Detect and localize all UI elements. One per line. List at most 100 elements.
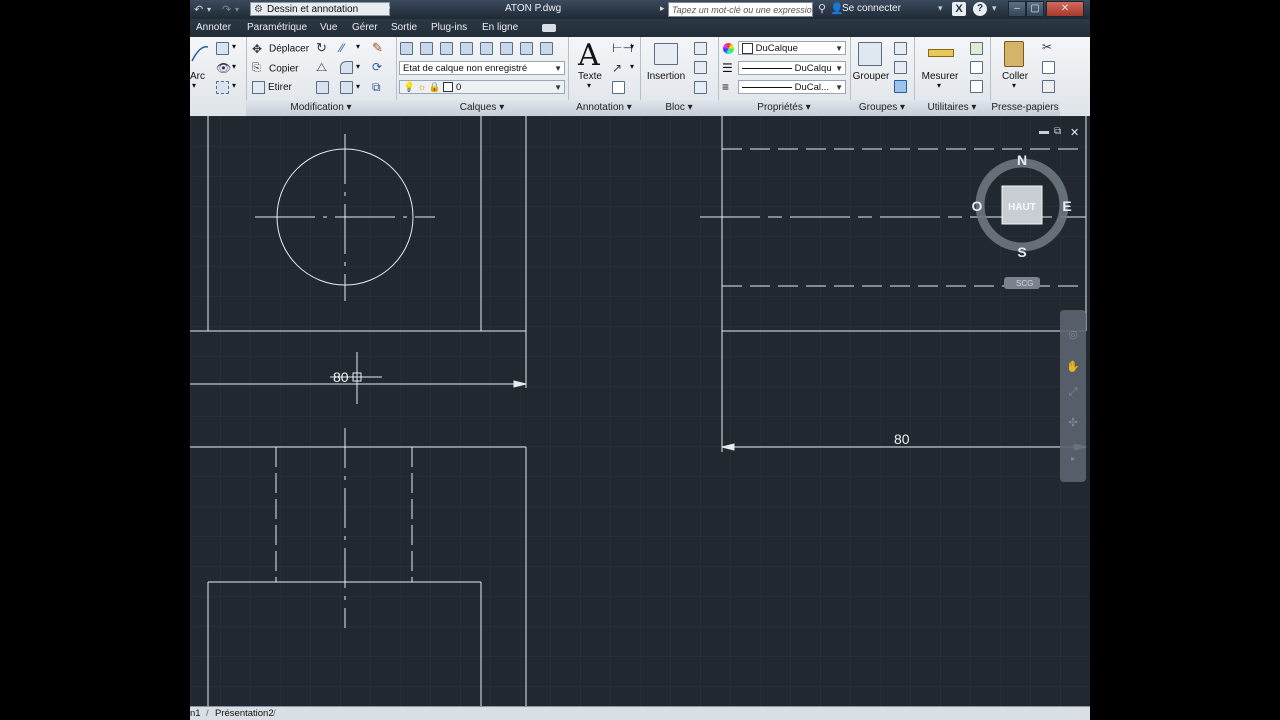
layer-freeze-icon[interactable]: [500, 42, 513, 55]
dim-right-text[interactable]: 80: [894, 431, 910, 447]
insert-label[interactable]: Insertion: [642, 71, 690, 82]
cut-icon[interactable]: ✂: [1042, 40, 1052, 54]
compass-west[interactable]: O: [972, 198, 983, 214]
menu-plugins[interactable]: Plug-ins: [431, 22, 467, 33]
insert-icon[interactable]: [654, 43, 678, 65]
panel-clipboard-title[interactable]: Presse-papiers: [990, 100, 1060, 116]
stretch-button[interactable]: Etirer: [252, 81, 292, 94]
hatch-icon[interactable]: 👁: [216, 61, 231, 75]
layer-state-icon[interactable]: [420, 42, 433, 55]
layer-iso-icon[interactable]: [440, 42, 453, 55]
create-block-icon[interactable]: [694, 42, 707, 55]
camera-icon[interactable]: [542, 24, 556, 32]
group-select-icon[interactable]: [894, 80, 907, 93]
match-prop-icon[interactable]: [1042, 80, 1055, 93]
id-point-icon[interactable]: [970, 80, 983, 93]
layer-select[interactable]: 💡 ☼ 🔒 0 ▼: [399, 80, 565, 94]
fillet-drop-icon[interactable]: ▾: [356, 62, 360, 71]
rectangle-icon[interactable]: [216, 42, 229, 55]
hatch-drop-icon[interactable]: ▾: [232, 62, 236, 71]
compass-south[interactable]: S: [1017, 244, 1026, 260]
search-input[interactable]: Tapez un mot-clé ou une expression: [668, 2, 813, 17]
panel-modification-title[interactable]: Modification ▾: [246, 100, 396, 116]
pan-icon[interactable]: ✋: [1066, 360, 1080, 374]
mirror-icon[interactable]: ⧍: [316, 60, 327, 75]
showmotion-icon[interactable]: ▸: [1066, 454, 1080, 468]
tab-layout2[interactable]: Présentation2: [215, 708, 274, 719]
workspace-select[interactable]: ⚙ Dessin et annotation: [250, 2, 390, 16]
text-drop-icon[interactable]: ▾: [587, 81, 591, 90]
layer-unisolate-icon[interactable]: [460, 42, 473, 55]
group-icon[interactable]: [858, 42, 882, 66]
edit-block-icon[interactable]: [694, 61, 707, 74]
rotate-icon[interactable]: ↻: [316, 40, 327, 56]
workspace-drop-icon[interactable]: ▼: [383, 2, 395, 16]
menu-annoter[interactable]: Annoter: [196, 22, 231, 33]
redo-drop-icon[interactable]: ▾: [235, 5, 239, 14]
panel-annotation-title[interactable]: Annotation ▾: [568, 100, 640, 116]
calculator-icon[interactable]: [970, 61, 983, 74]
signin-button[interactable]: Se connecter: [842, 3, 901, 14]
arc-icon[interactable]: [190, 41, 210, 71]
minimize-icon[interactable]: –: [1008, 1, 1026, 17]
panel-properties-title[interactable]: Propriétés ▾: [718, 100, 850, 116]
measure-icon[interactable]: [928, 49, 954, 57]
menu-en-ligne[interactable]: En ligne: [482, 22, 518, 33]
menu-vue[interactable]: Vue: [320, 22, 337, 33]
arc-drop-icon[interactable]: ▾: [192, 81, 196, 90]
viewport-minimize-icon[interactable]: ▬: [1039, 126, 1049, 137]
layer-off-icon[interactable]: [480, 42, 493, 55]
orbit-icon[interactable]: ✣: [1066, 416, 1080, 430]
undo-drop-icon[interactable]: ▾: [207, 5, 211, 14]
region-drop-icon[interactable]: ▾: [232, 81, 236, 90]
drawing-canvas[interactable]: 80 80: [190, 116, 1090, 706]
compass-north[interactable]: N: [1017, 152, 1027, 168]
expand-arrow-icon[interactable]: ▸: [660, 3, 665, 14]
layer-state-select[interactable]: Etat de calque non enregistré ▼: [399, 61, 565, 75]
ungroup-icon[interactable]: [894, 42, 907, 55]
paste-icon[interactable]: [1004, 41, 1024, 67]
viewport-close-icon[interactable]: ✕: [1070, 126, 1079, 139]
panel-utilities-title[interactable]: Utilitaires ▾: [914, 100, 990, 116]
explode-icon[interactable]: ⟳: [372, 60, 382, 74]
close-icon[interactable]: ✕: [1046, 1, 1084, 17]
dim-left-text[interactable]: 80: [333, 369, 349, 385]
help-icon[interactable]: ?: [973, 2, 987, 16]
tab-layout1[interactable]: n1: [190, 708, 201, 719]
erase-icon[interactable]: ✎: [372, 40, 383, 56]
viewcube[interactable]: HAUT N S E O SCG: [970, 150, 1080, 290]
move-button[interactable]: ✥ Déplacer: [252, 42, 309, 56]
region-icon[interactable]: [216, 81, 229, 94]
exchange-icon[interactable]: X: [952, 2, 966, 16]
color-select[interactable]: DuCalque ▼: [738, 41, 846, 55]
lineweight-select[interactable]: DuCal... ▼: [738, 80, 846, 94]
array-drop-icon[interactable]: ▾: [356, 82, 360, 91]
scale-icon[interactable]: [316, 81, 329, 94]
offset-icon[interactable]: ⧉: [372, 80, 381, 95]
table-icon[interactable]: [612, 81, 625, 94]
linetype-select[interactable]: DuCalqu ▼: [738, 61, 846, 75]
menu-sortie[interactable]: Sortie: [391, 22, 417, 33]
binoculars-icon[interactable]: ⚲: [818, 2, 826, 15]
viewport-maximize-icon[interactable]: ⧉: [1054, 126, 1061, 137]
group-edit-icon[interactable]: [894, 61, 907, 74]
leader-icon[interactable]: ↗: [612, 61, 622, 75]
dimension-drop-icon[interactable]: ▾: [630, 42, 634, 51]
zoom-extents-icon[interactable]: ⤢: [1066, 386, 1080, 400]
leader-drop-icon[interactable]: ▾: [630, 62, 634, 71]
menu-gerer[interactable]: Gérer: [352, 22, 378, 33]
color-wheel-icon[interactable]: [723, 43, 734, 54]
steering-wheel-icon[interactable]: ◎: [1066, 328, 1080, 342]
layer-properties-icon[interactable]: [400, 42, 413, 55]
menu-parametrique[interactable]: Paramétrique: [247, 22, 307, 33]
measure-drop-icon[interactable]: ▾: [937, 81, 941, 90]
quick-select-icon[interactable]: [970, 42, 983, 55]
trim-icon[interactable]: ⁄⁄: [340, 41, 344, 55]
fillet-icon[interactable]: [340, 61, 353, 74]
panel-groups-title[interactable]: Groupes ▾: [850, 100, 914, 116]
redo-icon[interactable]: ↷: [222, 3, 231, 16]
rectangle-drop-icon[interactable]: ▾: [232, 42, 236, 51]
layer-lock-icon[interactable]: [520, 42, 533, 55]
paste-drop-icon[interactable]: ▾: [1012, 81, 1016, 90]
trim-drop-icon[interactable]: ▾: [356, 42, 360, 51]
